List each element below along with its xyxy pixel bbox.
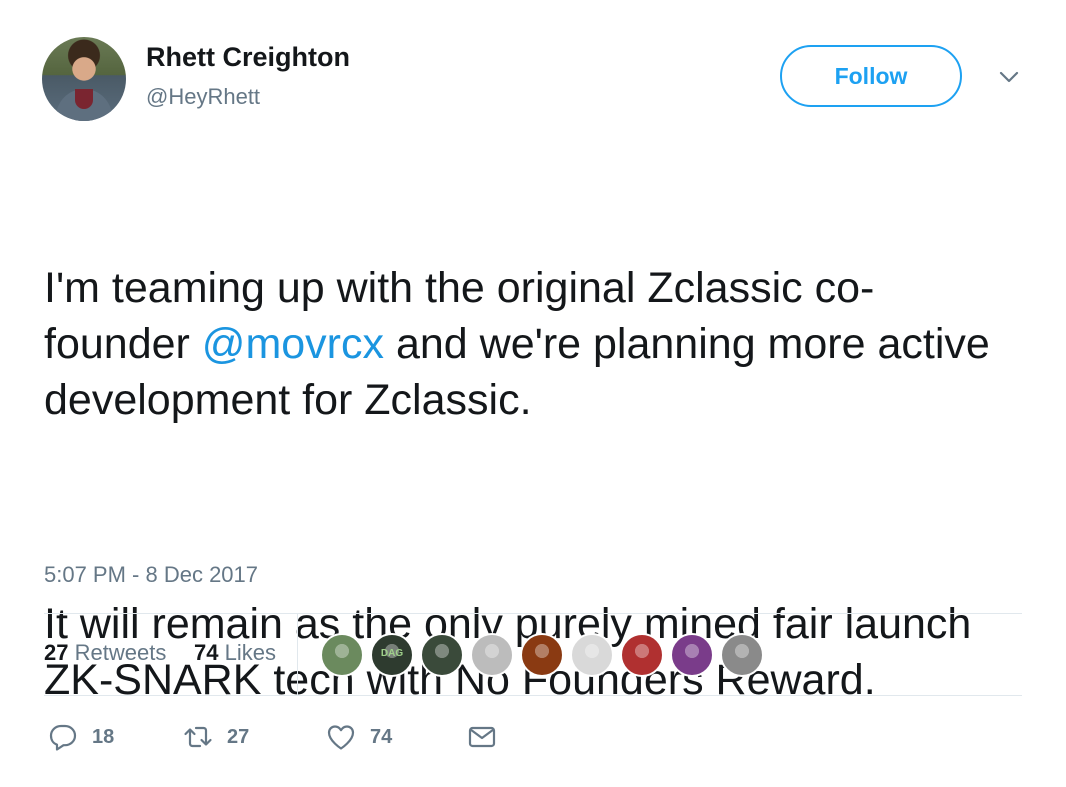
direct-message-button[interactable] — [467, 722, 497, 752]
author-avatar[interactable] — [42, 37, 126, 121]
tweet-text: I'm teaming up with the original Zclassi… — [44, 148, 1004, 764]
envelope-icon — [468, 726, 496, 748]
tweet-paragraph-1: I'm teaming up with the original Zclassi… — [44, 260, 1004, 428]
liker-avatar-8[interactable] — [670, 633, 714, 677]
mention-link[interactable]: @movrcx — [202, 320, 384, 368]
vertical-divider — [297, 614, 298, 695]
reply-icon — [49, 724, 77, 751]
divider — [44, 613, 1022, 614]
liker-avatar-4[interactable] — [470, 633, 514, 677]
author-name[interactable]: Rhett Creighton — [146, 42, 350, 73]
retweets-stat[interactable]: 27 Retweets — [44, 640, 166, 666]
chevron-down-icon[interactable] — [996, 64, 1022, 90]
liker-avatar-1[interactable] — [320, 633, 364, 677]
liker-avatar-6[interactable] — [570, 633, 614, 677]
liker-avatar-7[interactable] — [620, 633, 664, 677]
reply-count: 18 — [92, 725, 115, 748]
divider — [44, 695, 1022, 696]
retweet-icon — [184, 726, 212, 748]
follow-button[interactable]: Follow — [780, 45, 962, 107]
liker-avatar-text: DAG — [380, 648, 404, 659]
liker-avatar-9[interactable] — [720, 633, 764, 677]
liker-avatar-3[interactable] — [420, 633, 464, 677]
avatar-collar — [75, 89, 93, 109]
author-handle[interactable]: @HeyRhett — [146, 84, 260, 110]
reply-button[interactable]: 18 — [48, 722, 114, 752]
heart-icon — [327, 725, 355, 750]
likes-stat[interactable]: 74 Likes — [194, 640, 276, 666]
likes-count: 74 — [194, 640, 219, 665]
retweets-label: Retweets — [74, 640, 167, 665]
like-count: 74 — [370, 725, 393, 748]
liker-avatar-2[interactable]: DAG — [370, 633, 414, 677]
likes-label: Likes — [224, 640, 276, 665]
liker-avatar-5[interactable] — [520, 633, 564, 677]
like-button[interactable]: 74 — [326, 722, 392, 752]
tweet-timestamp[interactable]: 5:07 PM - 8 Dec 2017 — [44, 562, 258, 588]
retweet-count: 27 — [227, 725, 250, 748]
retweet-button[interactable]: 27 — [183, 722, 249, 752]
retweets-count: 27 — [44, 640, 69, 665]
